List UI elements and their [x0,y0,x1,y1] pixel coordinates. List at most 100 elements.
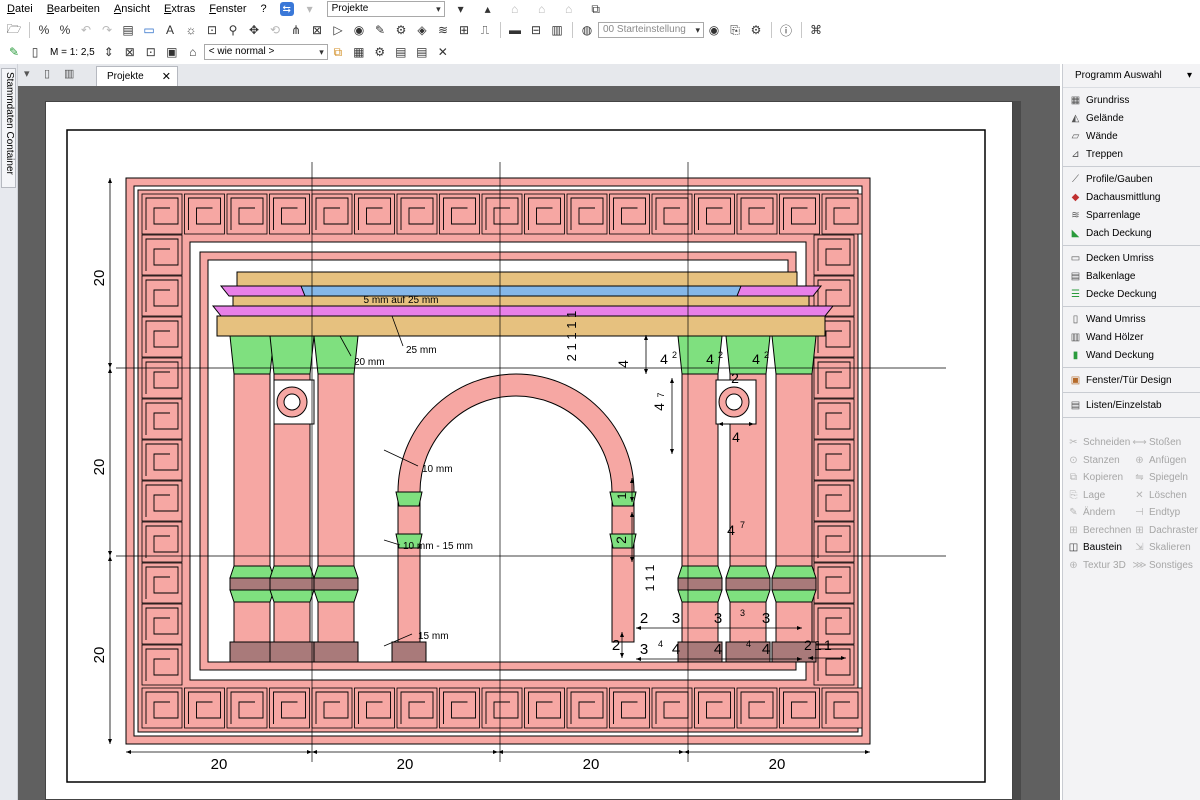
dxf-icon[interactable]: ◈ [412,21,432,39]
redo-icon[interactable]: ↷ [97,21,117,39]
tool-item[interactable]: ⇋ Spiegeln [1133,469,1199,487]
tool-item[interactable]: ⇲ Skalieren [1133,539,1199,557]
drawing-canvas[interactable]: 20 20 20 20 20 20 20 5 mm auf 25 mm 25 mm 20 mm 10… [18,86,1060,800]
tool-item[interactable]: ◫ Baustein [1067,539,1133,557]
pen-icon[interactable]: ✎ [370,21,390,39]
visibility-icon[interactable]: ◍ [577,21,597,39]
gear-dots-icon[interactable]: ⚙ [391,21,411,39]
home-icon[interactable]: ⌂ [183,43,203,61]
stack-icon[interactable]: ≋ [433,21,453,39]
house-down-icon[interactable]: ⌂ [559,0,579,18]
tool-item[interactable]: ⊞ Dachraster [1133,522,1199,540]
binoculars-icon[interactable]: ⌘ [806,21,826,39]
tool-item[interactable]: ✕ Löschen [1133,487,1199,505]
navigate-icon[interactable]: ⇆ [279,2,294,16]
menu-ansicht[interactable]: Ansicht [107,0,157,18]
tool-item[interactable]: ✎ Ändern [1067,504,1133,522]
menu-fenster[interactable]: Fenster [202,0,253,18]
tool-item[interactable]: ⊕ Anfügen [1133,452,1199,470]
scale-apply-icon[interactable]: ⊠ [120,43,140,61]
table-icon[interactable]: ⊟ [526,21,546,39]
bulb-icon[interactable]: ☼ [181,21,201,39]
tool-item[interactable]: ⋙ Sonstiges [1132,557,1199,575]
zoom-window-icon[interactable]: ⊡ [202,21,222,39]
program-item[interactable]: ⟋ Profile/Gauben [1067,170,1200,188]
zoom-icon[interactable]: ⚲ [223,21,243,39]
menu-datei[interactable]: Datei [0,0,40,18]
program-item[interactable]: ◣ Dach Deckung [1067,224,1200,242]
stammdaten-container-tab[interactable]: Stammdaten Container [1,68,16,188]
program-item[interactable]: ◭ Gelände [1067,109,1200,127]
program-item[interactable]: ▥ Wand Hölzer [1067,328,1200,346]
program-item[interactable]: ▱ Wände [1067,127,1200,145]
text-icon[interactable]: A [160,21,180,39]
block-gear-icon[interactable]: ⚙ [370,43,390,61]
line-style-combo[interactable]: < wie normal > [203,44,328,60]
tool-item[interactable]: ⧉ Kopieren [1067,469,1133,487]
start-setting-combo[interactable]: 00 Starteinstellung [598,22,704,38]
panel-icon[interactable]: ▥ [547,21,567,39]
frame-icon[interactable]: ▣ [162,43,182,61]
percent-icon[interactable]: % [34,21,54,39]
tab-split-icon[interactable]: ▥ [64,67,74,80]
open-icon[interactable]: 🗁 [4,21,24,39]
scale-fit-icon[interactable]: ⊡ [141,43,161,61]
eye-icon[interactable]: ◉ [349,21,369,39]
dropdown-icon[interactable]: ▾ [300,0,320,18]
program-item[interactable]: ▦ Grundriss [1067,91,1200,109]
program-item[interactable]: ▭ Decken Umriss [1067,249,1200,267]
percent-edit-icon[interactable]: % [55,21,75,39]
house-up-icon[interactable]: ⌂ [505,0,525,18]
copy-settings-icon[interactable]: ⎘ [725,21,745,39]
house-icon[interactable]: ⌂ [532,0,552,18]
close-icon[interactable]: ✕ [162,70,171,83]
rotate-icon[interactable]: ⟲ [265,21,285,39]
tool-item[interactable]: ⟷ Stoßen [1132,434,1199,452]
pdf-icon[interactable]: ▤ [391,43,411,61]
window-icon[interactable]: ▭ [139,21,159,39]
program-item[interactable]: ▯ Wand Umriss [1067,310,1200,328]
program-item[interactable]: ◆ Dachausmittlung [1067,188,1200,206]
tool-item[interactable]: ⊞ Berechnen [1067,522,1133,540]
grid-icon[interactable]: ⊠ [307,21,327,39]
layers-icon[interactable]: ⧉ [586,0,606,18]
program-item[interactable]: ▣ Fenster/Tür Design [1067,371,1200,389]
tab-projekte[interactable]: Projekte ✕ [96,66,178,86]
layer-color-icon[interactable]: ⧉ [328,43,348,61]
info-icon[interactable]: ⓘ [776,21,796,39]
tool-item[interactable]: ⊣ Endtyp [1133,504,1199,522]
undo-icon[interactable]: ↶ [76,21,96,39]
tool-item[interactable]: ⊙ Stanzen [1067,452,1133,470]
program-item[interactable]: ☰ Decke Deckung [1067,285,1200,303]
mirror-icon[interactable]: ⎍ [475,21,495,39]
program-item[interactable]: ▤ Listen/Einzelstab [1067,396,1200,414]
tool-item[interactable]: ⎘ Lage [1067,487,1133,505]
program-item[interactable]: ≋ Sparrenlage [1067,206,1200,224]
arrow-down-icon[interactable]: ▾ [451,0,471,18]
menu-help[interactable]: ? [254,0,274,18]
view-icon[interactable]: ▷ [328,21,348,39]
chevron-down-icon[interactable]: ▾ [1187,70,1192,81]
tab-view-icon[interactable]: ▯ [44,67,50,80]
menu-extras[interactable]: Extras [157,0,202,18]
program-item[interactable]: ▤ Balkenlage [1067,267,1200,285]
cross-icon[interactable]: ✕ [433,43,453,61]
tool-item[interactable]: ✂ Schneiden [1067,434,1133,452]
pencil-green-icon[interactable]: ✎ [4,43,24,61]
scale-doc-icon[interactable]: ▯ [25,43,45,61]
arrow-up-icon[interactable]: ▴ [478,0,498,18]
measure-icon[interactable]: ⊞ [454,21,474,39]
project-search-combo[interactable]: Projekte [326,1,445,17]
tab-menu-icon[interactable]: ▾ [24,67,30,80]
block-icon[interactable]: ▦ [349,43,369,61]
eye-settings-icon[interactable]: ◉ [704,21,724,39]
gear-icon[interactable]: ⚙ [746,21,766,39]
print-icon[interactable]: ▤ [118,21,138,39]
panel-header[interactable]: Programm Auswahl ▾ [1063,64,1200,88]
snap-icon[interactable]: ⋔ [286,21,306,39]
program-item[interactable]: ▮ Wand Deckung [1067,346,1200,364]
tool-item[interactable]: ⊕ Textur 3D [1067,557,1133,575]
layer-icon[interactable]: ▬ [505,21,525,39]
program-item[interactable]: ⊿ Treppen [1067,145,1200,163]
drawing-sheet[interactable]: 20 20 20 20 20 20 20 5 mm auf 25 mm 25 mm 20 mm 10… [45,101,1013,800]
